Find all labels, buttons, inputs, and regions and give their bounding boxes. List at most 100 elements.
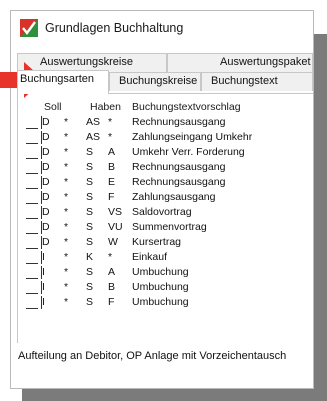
table-row[interactable]: D * AS * Zahlungseingang Umkehr [18, 130, 313, 145]
tab-row-lower: Buchungsarten Buchungskreise Buchungstex… [17, 70, 313, 94]
header-soll[interactable]: Soll [44, 100, 62, 115]
header-buchungstext[interactable]: Buchungstextvorschlag [132, 100, 241, 115]
row-marker [22, 295, 42, 310]
cell-haben: S [86, 146, 94, 158]
cell-soll: D [42, 236, 50, 248]
cell-haben: S [86, 176, 94, 188]
grid-body: D * AS * Rechnungsausgang D * AS * Zahlungseingan… [18, 115, 313, 310]
cell-soll: D [42, 206, 50, 218]
status-description: Aufteilung an Debitor, OP Anlage mit Vor… [18, 350, 287, 362]
tab-panel-buchungsarten: Soll Haben Buchungstextvorschlag D * AS * Re… [17, 93, 313, 343]
cell-soll-wildcard: * [64, 281, 69, 293]
row-marker [22, 175, 42, 190]
row-marker [22, 115, 42, 130]
cell-haben-sub: E [108, 176, 116, 188]
cell-haben-sub: B [108, 281, 116, 293]
cell-buchungstext: Zahlungsausgang [132, 191, 216, 203]
cell-soll-wildcard: * [64, 251, 69, 263]
cell-haben-sub: VU [108, 221, 123, 233]
row-marker [22, 265, 42, 280]
cell-soll-wildcard: * [64, 296, 69, 308]
tab-label: Auswertungspaket [220, 56, 311, 68]
cell-buchungstext: Rechnungsausgang [132, 176, 226, 188]
cell-buchungstext: Umbuchung [132, 266, 189, 278]
cell-buchungstext: Zahlungseingang Umkehr [132, 131, 253, 143]
cell-buchungstext: Einkauf [132, 251, 168, 263]
cell-soll-wildcard: * [64, 266, 69, 278]
table-row[interactable]: I * S B Umbuchung [18, 280, 313, 295]
table-row[interactable]: D * S W Kursertrag [18, 235, 313, 250]
grid-header-row: Soll Haben Buchungstextvorschlag [18, 100, 313, 115]
cell-soll-wildcard: * [64, 206, 69, 218]
table-row[interactable]: D * S A Umkehr Verr. Forderung [18, 145, 313, 160]
cell-haben-sub: F [108, 296, 115, 308]
cell-haben: AS [86, 116, 101, 128]
cell-soll: D [42, 161, 50, 173]
row-marker [22, 280, 42, 295]
row-marker [22, 160, 42, 175]
cell-soll: D [42, 221, 50, 233]
tab-label: Buchungskreise [119, 75, 198, 87]
row-marker [22, 235, 42, 250]
table-row[interactable]: I * K * Einkauf [18, 250, 313, 265]
row-marker [22, 220, 42, 235]
cell-soll: D [42, 191, 50, 203]
cell-haben-sub: W [108, 236, 118, 248]
row-marker [22, 190, 42, 205]
cell-soll: I [42, 266, 45, 278]
cell-haben: AS [86, 131, 101, 143]
table-row[interactable]: D * S B Rechnungsausgang [18, 160, 313, 175]
cell-haben-sub: A [108, 266, 116, 278]
cell-haben-sub: A [108, 146, 116, 158]
cell-soll-wildcard: * [64, 236, 69, 248]
cell-buchungstext: Kursertrag [132, 236, 182, 248]
cell-haben-sub: F [108, 191, 115, 203]
cell-soll-wildcard: * [64, 146, 69, 158]
cell-soll: I [42, 296, 45, 308]
cell-soll-wildcard: * [64, 221, 69, 233]
buchungsarten-grid[interactable]: Soll Haben Buchungstextvorschlag D * AS * Re… [18, 100, 313, 310]
tab-buchungsarten[interactable]: Buchungsarten [17, 70, 109, 94]
cell-haben-sub: VS [108, 206, 123, 218]
table-row[interactable]: I * S F Umbuchung [18, 295, 313, 310]
cell-soll: D [42, 146, 50, 158]
cell-haben: S [86, 296, 94, 308]
cell-buchungstext: Umbuchung [132, 296, 189, 308]
dialog-window: Grundlagen Buchhaltung Auswertungskreise… [10, 10, 314, 389]
tab-label: Buchungsarten [20, 73, 94, 85]
table-row[interactable]: D * S E Rechnungsausgang [18, 175, 313, 190]
cell-soll: D [42, 116, 50, 128]
cell-buchungstext: Saldovortrag [132, 206, 192, 218]
table-row[interactable]: D * S VS Saldovortrag [18, 205, 313, 220]
tab-buchungstext[interactable]: Buchungstext [201, 72, 313, 91]
title-bar[interactable]: Grundlagen Buchhaltung [11, 11, 313, 45]
row-marker [22, 205, 42, 220]
table-row[interactable]: I * S A Umbuchung [18, 265, 313, 280]
table-row[interactable]: D * AS * Rechnungsausgang [18, 115, 313, 130]
cell-haben: S [86, 191, 94, 203]
table-row[interactable]: D * S VU Summenvortrag [18, 220, 313, 235]
accounting-check-icon [20, 19, 38, 37]
cell-haben: K [86, 251, 94, 263]
cell-soll-wildcard: * [64, 161, 69, 173]
row-marker [22, 145, 42, 160]
cell-soll-wildcard: * [64, 131, 69, 143]
row-marker [22, 250, 42, 265]
cell-haben: S [86, 221, 94, 233]
cell-haben: S [86, 266, 94, 278]
cell-soll: I [42, 251, 45, 263]
cell-buchungstext: Summenvortrag [132, 221, 207, 233]
tab-auswertungspaket[interactable]: Auswertungspaket [167, 53, 313, 72]
cell-soll-wildcard: * [64, 191, 69, 203]
tab-buchungskreise[interactable]: Buchungskreise [109, 72, 201, 91]
cell-soll-wildcard: * [64, 116, 69, 128]
cell-soll: I [42, 281, 45, 293]
cell-haben: S [86, 281, 94, 293]
table-row[interactable]: D * S F Zahlungsausgang [18, 190, 313, 205]
row-marker [22, 130, 42, 145]
cell-haben-sub: * [108, 116, 113, 128]
header-haben[interactable]: Haben [90, 100, 121, 115]
cell-soll: D [42, 176, 50, 188]
cell-haben-sub: * [108, 251, 113, 263]
cell-buchungstext: Rechnungsausgang [132, 161, 226, 173]
